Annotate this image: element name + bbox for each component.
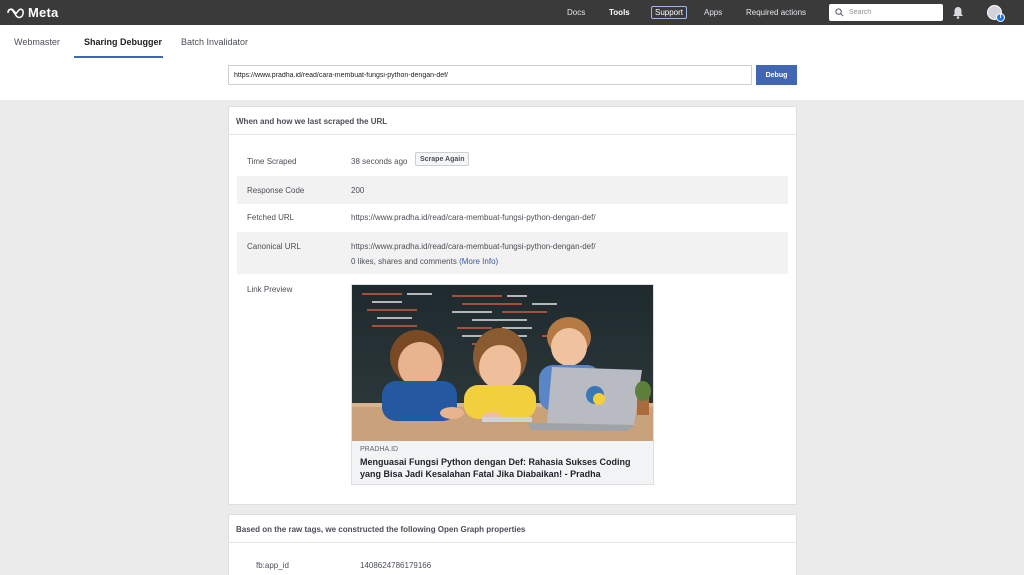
facebook-badge-icon: f (996, 13, 1005, 22)
open-graph-panel: Based on the raw tags, we constructed th… (228, 514, 797, 575)
user-avatar[interactable]: f (987, 5, 1005, 22)
notification-bell-icon[interactable] (952, 6, 964, 19)
row-fb-app-id: fb:app_id 1408624786179166 (237, 552, 788, 575)
nav-support[interactable]: Support (651, 6, 688, 19)
fetched-url-label: Fetched URL (247, 213, 295, 222)
nav-apps[interactable]: Apps (704, 0, 722, 25)
engagement-info: 0 likes, shares and comments (More Info) (351, 257, 498, 266)
url-input[interactable] (228, 65, 752, 85)
canonical-url-label: Canonical URL (247, 242, 301, 251)
og-panel-heading: Based on the raw tags, we constructed th… (229, 515, 796, 543)
meta-logo[interactable]: Meta (6, 5, 58, 20)
tab-webmaster[interactable]: Webmaster (14, 37, 60, 47)
tab-batch-invalidator[interactable]: Batch Invalidator (181, 37, 248, 47)
fb-app-id-label: fb:app_id (256, 561, 289, 570)
search-input[interactable] (849, 9, 939, 16)
link-preview-card[interactable]: PRADHA.ID Menguasai Fungsi Python dengan… (351, 284, 654, 485)
row-response-code: Response Code 200 (237, 176, 788, 204)
preview-title: Menguasai Fungsi Python dengan Def: Raha… (360, 457, 631, 479)
fetched-url-link[interactable]: https://www.pradha.id/read/cara-membuat-… (351, 213, 596, 222)
fb-app-id-value: 1408624786179166 (360, 561, 432, 570)
top-navigation-bar: Meta Docs Tools Support Apps Required ac… (0, 0, 1024, 25)
scrape-again-button[interactable]: Scrape Again (415, 152, 470, 166)
scrape-info-panel: When and how we last scraped the URL Tim… (228, 106, 797, 505)
active-tab-indicator (74, 56, 163, 58)
preview-image (352, 285, 653, 441)
brand-name: Meta (28, 5, 59, 20)
nav-required-actions[interactable]: Required actions (746, 0, 806, 25)
search-box[interactable] (829, 4, 943, 21)
link-preview-label: Link Preview (247, 285, 293, 294)
row-time-scraped: Time Scraped 38 seconds ago Scrape Again (237, 146, 788, 176)
time-scraped-value: 38 seconds ago (351, 157, 408, 166)
time-scraped-label: Time Scraped (247, 157, 297, 166)
nav-tools[interactable]: Tools (609, 0, 630, 25)
row-canonical-url: Canonical URL https://www.pradha.id/read… (237, 232, 788, 274)
response-code-value: 200 (351, 186, 365, 195)
response-code-label: Response Code (247, 186, 305, 195)
panel-heading: When and how we last scraped the URL (229, 107, 796, 135)
row-fetched-url: Fetched URL https://www.pradha.id/read/c… (237, 204, 788, 232)
debug-button[interactable]: Debug (756, 65, 797, 85)
canonical-url-link[interactable]: https://www.pradha.id/read/cara-membuat-… (351, 242, 596, 251)
preview-domain: PRADHA.ID (360, 446, 399, 453)
tab-sharing-debugger[interactable]: Sharing Debugger (84, 37, 162, 47)
engagement-text: 0 likes, shares and comments (351, 257, 457, 266)
nav-docs[interactable]: Docs (567, 0, 585, 25)
more-info-link[interactable]: (More Info) (459, 257, 498, 266)
meta-infinity-icon (7, 7, 24, 18)
search-icon (835, 8, 844, 17)
